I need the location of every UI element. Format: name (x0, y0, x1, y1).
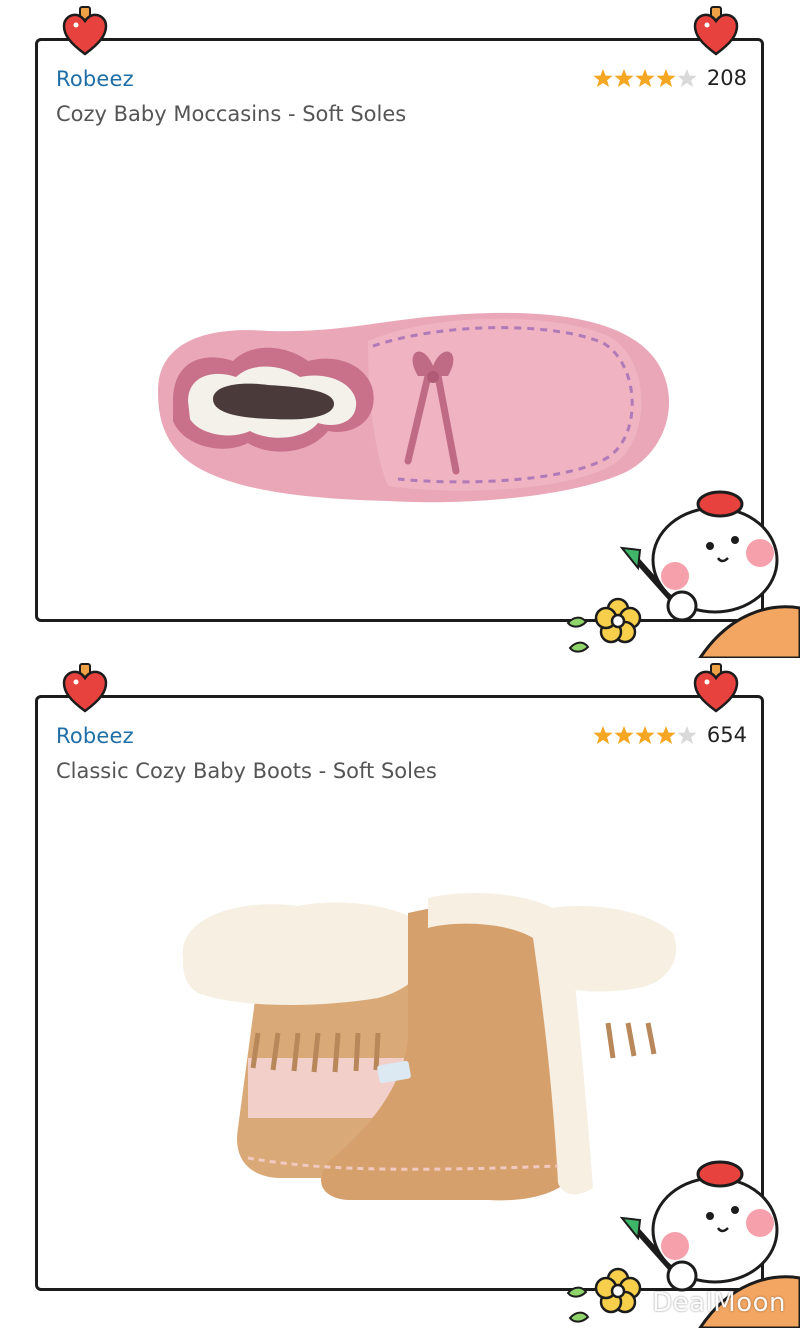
heart-pin-icon (62, 663, 108, 715)
star-rating-icon (593, 724, 699, 746)
product-title[interactable]: Classic Cozy Baby Boots - Soft Soles (56, 759, 437, 783)
heart-pin-icon (693, 6, 739, 58)
product-title[interactable]: Cozy Baby Moccasins - Soft Soles (56, 102, 406, 126)
star-rating-icon (593, 67, 699, 89)
heart-pin-icon (62, 6, 108, 58)
review-count[interactable]: 208 (707, 66, 747, 90)
product-image[interactable] (138, 281, 678, 521)
heart-pin-icon (693, 663, 739, 715)
bear-mascot-icon (550, 488, 800, 658)
rating[interactable]: 654 (593, 723, 747, 747)
brand-link[interactable]: Robeez (56, 67, 134, 91)
brand-link[interactable]: Robeez (56, 724, 134, 748)
rating[interactable]: 208 (593, 66, 747, 90)
watermark: DealMoon (652, 1288, 786, 1318)
review-count[interactable]: 654 (707, 723, 747, 747)
